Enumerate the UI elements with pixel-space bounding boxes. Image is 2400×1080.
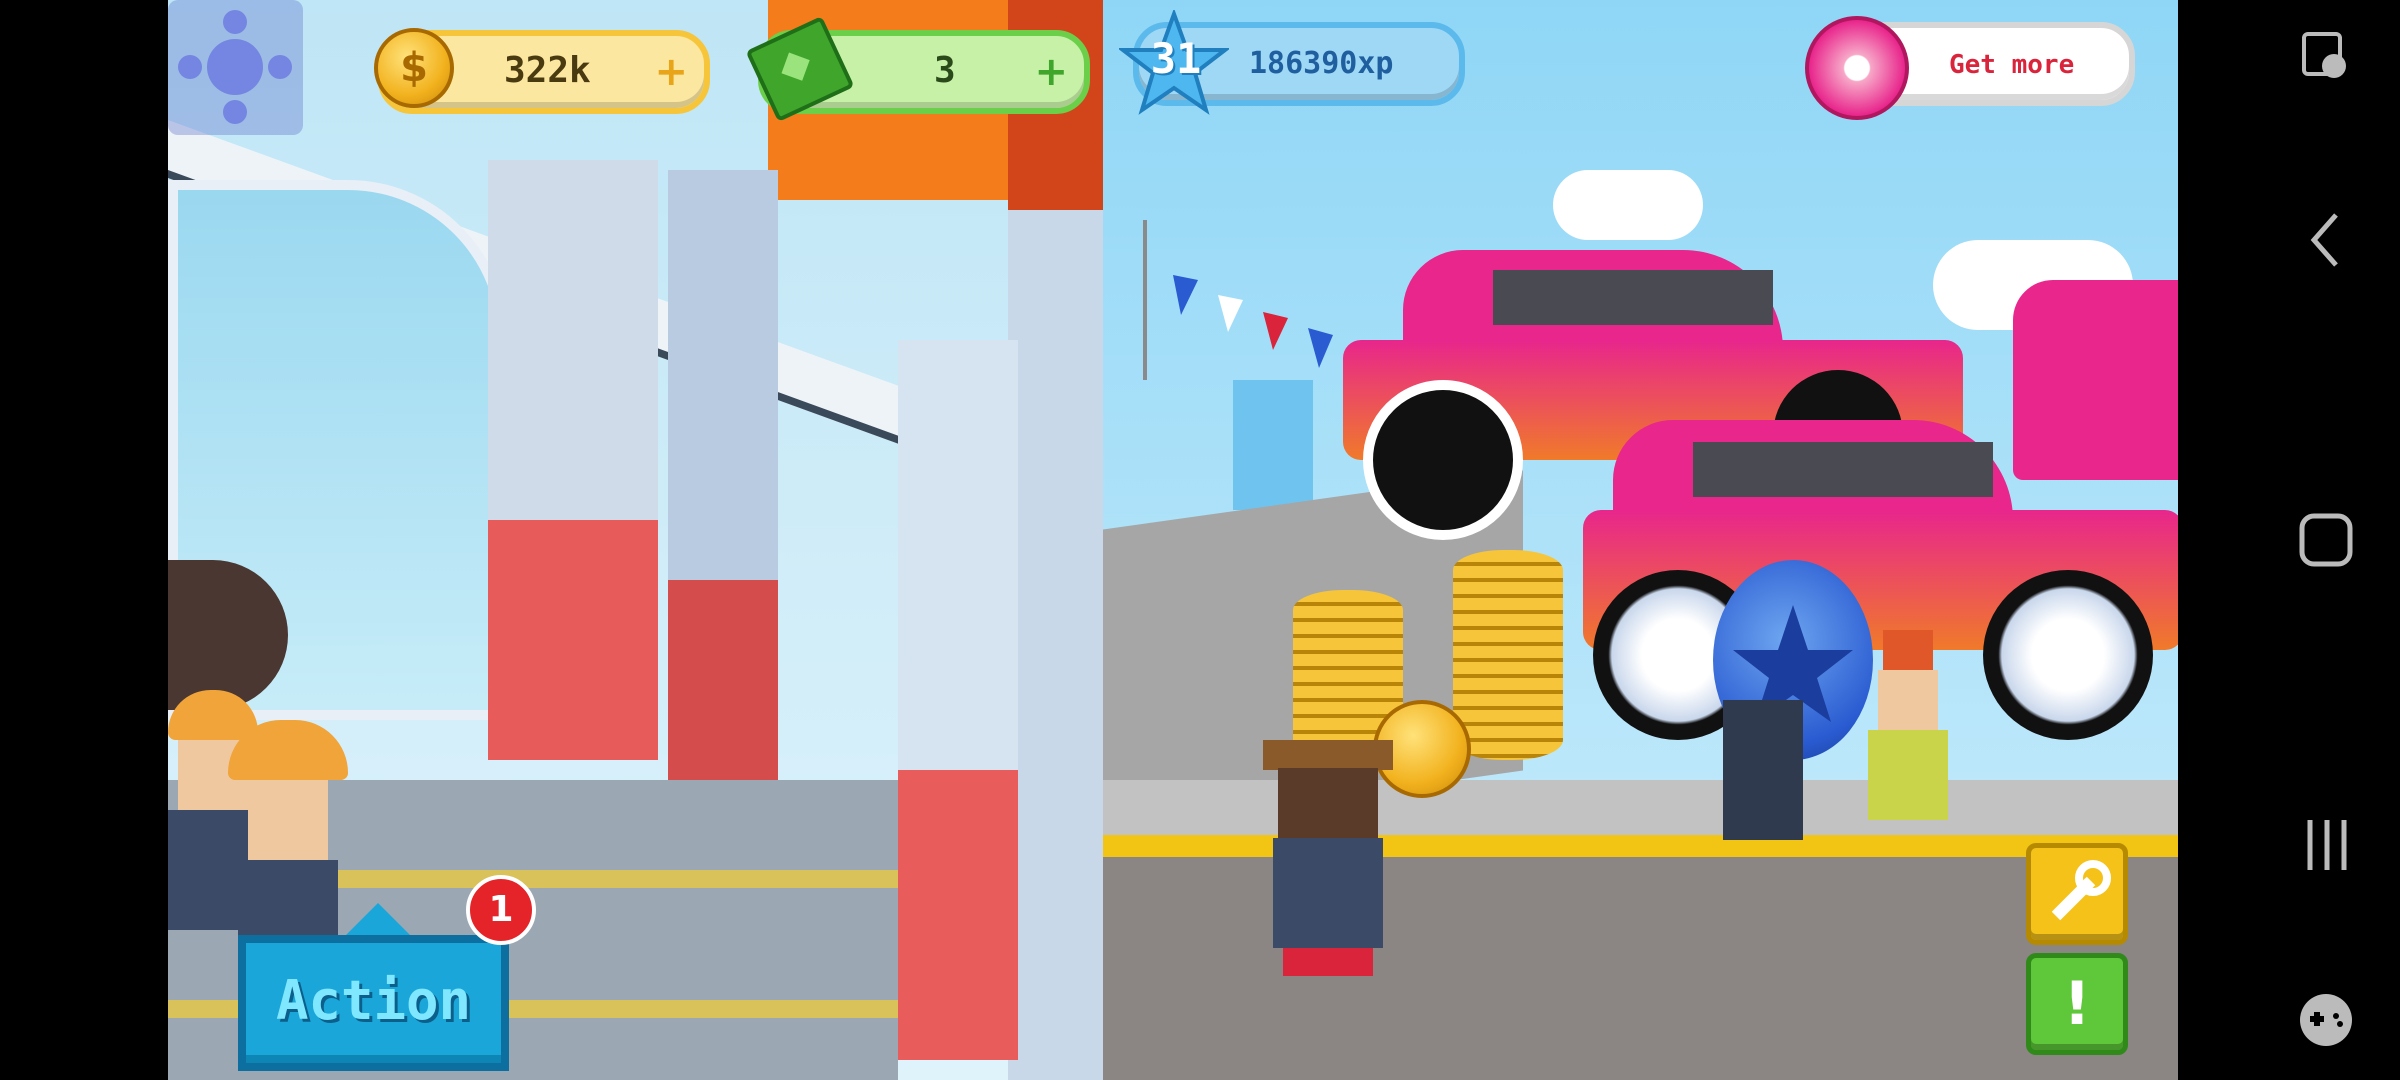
- left-game-panel: $ 322k + 3 + Action 1: [168, 0, 1178, 1080]
- cash-counter[interactable]: 3 +: [745, 15, 1090, 123]
- coin-icon: $: [374, 28, 454, 108]
- home-icon[interactable]: [2298, 512, 2354, 568]
- street-scene: [1103, 0, 2178, 1080]
- alert-button[interactable]: !: [2026, 953, 2128, 1055]
- get-more-button[interactable]: Get more: [1805, 16, 2135, 120]
- coins-counter[interactable]: $ 322k +: [374, 28, 710, 114]
- gear-icon: [178, 10, 292, 124]
- npc-2: [1863, 630, 1953, 830]
- cash-value: 3: [934, 50, 956, 91]
- game-tools-icon[interactable]: [2298, 30, 2358, 90]
- level-value: 31: [1150, 34, 1202, 83]
- garage-scene: [168, 0, 1178, 1080]
- npc-1: [1723, 700, 1803, 840]
- wrench-icon: [2051, 860, 2111, 921]
- settings-button[interactable]: [168, 0, 303, 135]
- pillar-c-red: [898, 770, 1018, 1060]
- xp-value: 186390xp: [1249, 46, 1394, 81]
- cloud-1: [1553, 170, 1703, 240]
- right-game-panel: 31 186390xp Get more !: [1103, 0, 2178, 1080]
- add-cash-icon[interactable]: +: [1034, 52, 1068, 92]
- xp-counter[interactable]: 31 186390xp: [1119, 10, 1465, 115]
- back-icon[interactable]: [2306, 210, 2346, 270]
- add-coins-icon[interactable]: +: [654, 52, 688, 92]
- recents-icon[interactable]: [2302, 815, 2352, 875]
- action-label: Action: [275, 969, 472, 1032]
- coins-value: 322k: [504, 50, 591, 91]
- pillar-a-red: [488, 520, 658, 760]
- game-launcher-icon[interactable]: [2296, 990, 2356, 1050]
- building-silhouette: [1233, 380, 1313, 510]
- pink-car-edge: [2013, 280, 2178, 480]
- donut-icon: [1805, 16, 1909, 120]
- wrench-button[interactable]: [2026, 843, 2128, 945]
- get-more-label: Get more: [1949, 50, 2075, 80]
- player-character: [1263, 740, 1393, 980]
- coin-stack-2: [1453, 550, 1563, 760]
- action-badge: 1: [466, 875, 536, 945]
- exclamation-icon: !: [2063, 969, 2091, 1039]
- action-button[interactable]: Action: [238, 903, 509, 1071]
- bunting-flags: [1143, 220, 1333, 380]
- system-nav-bar: [2178, 0, 2400, 1080]
